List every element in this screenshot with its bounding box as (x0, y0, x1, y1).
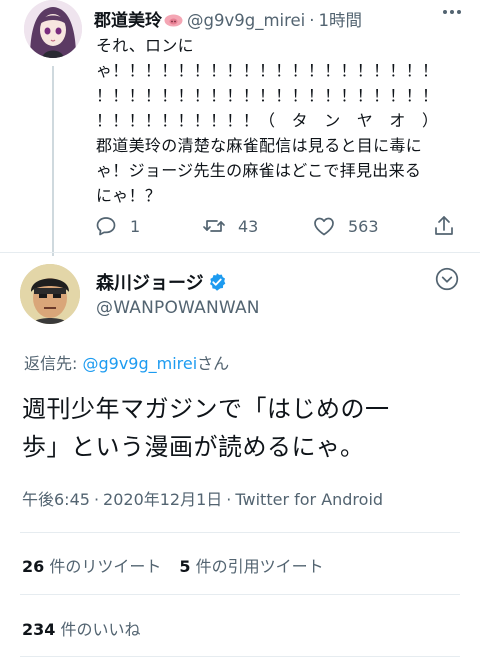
retweets-num: 26 (22, 557, 45, 576)
avatar[interactable] (24, 0, 82, 58)
avatar-image (24, 0, 82, 58)
share-icon (435, 216, 453, 235)
mention-link[interactable]: @g9v9g_mirei (82, 354, 197, 373)
retweet-icon (203, 220, 225, 232)
avatar[interactable] (20, 264, 80, 324)
reply-count: 1 (130, 216, 141, 236)
heart-icon (314, 217, 334, 236)
pig-emoji-icon (164, 12, 183, 27)
main-text-line: 週刊少年マガジンで「はじめの一 (22, 395, 390, 423)
main-text-line: 歩」という漫画が読めるにゃ。 (22, 433, 365, 461)
reply-author-row: 郡道美玲 @g9v9g_mirei · 1時間 (94, 6, 466, 31)
more-options-icon[interactable] (440, 2, 464, 27)
main-author-name-row: 森川ジョージ (96, 269, 227, 295)
reply-text-line: ゃ！ジョージ先生の麻雀はどこで拝見出来る (96, 161, 422, 180)
retweets-link[interactable]: 26 件のリツイート (22, 557, 161, 576)
tweet-client: Twitter for Android (235, 490, 384, 509)
separator-dot: · (226, 490, 232, 509)
reply-text-line: ゃ！！！！！！！！！！！！！！！！！！！！ (96, 61, 439, 80)
separator-dot: · (309, 11, 315, 30)
retweets-label: 件のリツイート (49, 557, 162, 576)
avatar-image (20, 264, 80, 324)
divider (20, 656, 460, 657)
separator-dot: · (93, 490, 100, 509)
tweet-date[interactable]: 2020年12月1日 (103, 490, 222, 509)
thread-connector (52, 66, 54, 256)
reply-time[interactable]: 1時間 (319, 11, 363, 30)
reply-button[interactable]: 1 (94, 210, 140, 242)
reply-text-line: ！！！！！！！！！！（ タ ン ヤ オ ） (96, 111, 439, 130)
quotes-label: 件の引用ツイート (195, 557, 324, 576)
retweet-count: 43 (238, 216, 259, 236)
reply-author-handle[interactable]: @g9v9g_mirei (187, 11, 305, 30)
reply-author-name[interactable]: 郡道美玲 (94, 11, 162, 31)
retweet-button[interactable]: 43 (202, 210, 258, 242)
reply-text-line: 郡道美玲の清楚な麻雀配信は見ると目に毒に (96, 136, 423, 155)
reply-tweet-text: それ、ロンにゃ！！！！！！！！！！！！！！！！！！！！ ！！！！！！！！！！！！！… (96, 33, 468, 208)
divider (20, 594, 460, 595)
more-options-icon[interactable] (434, 266, 460, 292)
quotes-num: 5 (179, 557, 191, 576)
likes-stats[interactable]: 234 件のいいね (22, 616, 141, 639)
main-tweet-text: 週刊少年マガジンで「はじめの一 歩」という漫画が読めるにゃ。 (22, 390, 462, 466)
share-button[interactable] (432, 210, 468, 242)
verified-badge-icon (207, 272, 227, 292)
retweet-stats: 26 件のリツイート 5 件の引用ツイート (22, 553, 324, 576)
quotes-link[interactable]: 5 件の引用ツイート (179, 557, 323, 576)
like-button[interactable]: 563 (312, 210, 379, 242)
comment-icon (96, 217, 116, 236)
reply-text-line: それ、ロンに (96, 36, 194, 55)
reply-text-line: にゃ！？ (96, 186, 162, 205)
main-author-name[interactable]: 森川ジョージ (96, 273, 204, 294)
replying-prefix: 返信先: (24, 354, 83, 373)
tweet-metadata: 午後6:45 · 2020年12月1日 · Twitter for Android (22, 486, 383, 510)
divider (0, 252, 480, 253)
replying-suffix: さん (197, 354, 230, 373)
main-author-handle[interactable]: @WANPOWANWAN (96, 298, 260, 318)
likes-num: 234 (22, 620, 56, 639)
likes-label: 件のいいね (60, 620, 141, 639)
tweet-time[interactable]: 午後6:45 (22, 490, 90, 509)
divider (20, 532, 460, 533)
reply-text-line: ！！！！！！！！！！！！！！！！！！！！！ (96, 86, 439, 105)
like-count: 563 (348, 216, 379, 236)
replying-to: 返信先: @g9v9g_mireiさん (24, 350, 229, 374)
reply-actions-bar: 1 43 563 (94, 210, 464, 242)
